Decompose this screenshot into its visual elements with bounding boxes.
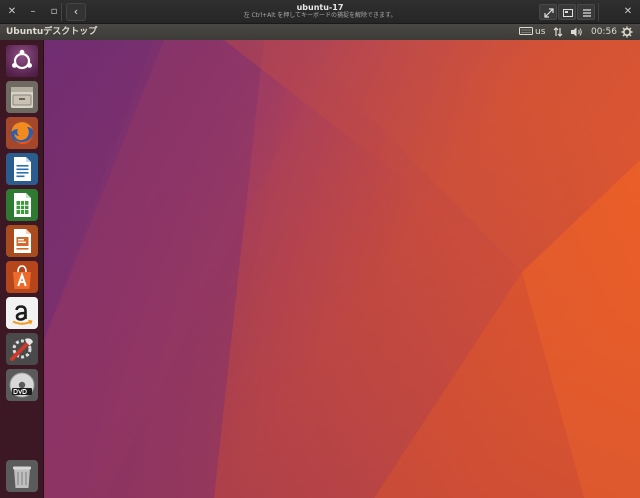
amazon-icon: [6, 297, 38, 329]
menu-button[interactable]: [577, 4, 595, 20]
file-cabinet-icon: [6, 81, 38, 113]
launcher-files[interactable]: [6, 81, 38, 113]
display-icon: [563, 9, 573, 17]
launcher-amazon[interactable]: [6, 297, 38, 329]
separator: [598, 3, 599, 21]
launcher-system-settings[interactable]: [6, 333, 38, 365]
viewer-subtitle: 左 Ctrl+Alt を押してキーボードの捕捉を解除できます。: [243, 12, 397, 19]
launcher-libreoffice-calc[interactable]: [6, 189, 38, 221]
desktop-wallpaper[interactable]: [44, 40, 640, 498]
separator: [61, 3, 62, 21]
volume-icon[interactable]: [570, 26, 584, 38]
software-bag-icon: [6, 261, 38, 293]
top-panel: Ubuntuデスクトップ us 00:56: [0, 24, 640, 40]
desktop-title: Ubuntuデスクトップ: [6, 27, 98, 37]
settings-wrench-icon: [6, 333, 38, 365]
writer-document-icon: [6, 153, 38, 185]
launcher-libreoffice-impress[interactable]: [6, 225, 38, 257]
launcher-libreoffice-writer[interactable]: [6, 153, 38, 185]
trash-icon: [6, 460, 38, 492]
launcher-trash[interactable]: [6, 460, 38, 492]
close-icon[interactable]: ✕: [620, 4, 636, 20]
display-button[interactable]: [558, 4, 576, 20]
launcher-ubuntu-software[interactable]: [6, 261, 38, 293]
fullscreen-icon: [544, 8, 554, 18]
network-icon[interactable]: [553, 26, 563, 38]
launcher-dvd[interactable]: [6, 369, 38, 401]
minimize-window-icon[interactable]: –: [25, 4, 41, 20]
impress-presentation-icon: [6, 225, 38, 257]
firefox-icon: [6, 117, 38, 149]
viewer-title-bar: ✕ – ▫ ‹ ubuntu-17 左 Ctrl+Alt を押してキーボードの捕…: [0, 0, 640, 24]
ubuntu-logo-icon: [6, 45, 38, 77]
keyboard-layout[interactable]: us: [535, 26, 545, 38]
close-window-icon[interactable]: ✕: [4, 4, 20, 20]
launcher-dash-home[interactable]: [6, 45, 38, 77]
viewer-title: ubuntu-17: [296, 3, 344, 12]
fullscreen-button[interactable]: [539, 4, 557, 20]
launcher: [0, 40, 44, 498]
menu-icon: [583, 9, 591, 17]
clock[interactable]: 00:56: [591, 26, 617, 38]
dvd-icon: [6, 369, 38, 401]
launcher-firefox[interactable]: [6, 117, 38, 149]
keyboard-icon[interactable]: [519, 26, 533, 38]
back-button[interactable]: ‹: [66, 3, 86, 21]
wallpaper-image: [44, 40, 640, 498]
maximize-window-icon[interactable]: ▫: [46, 4, 62, 20]
calc-spreadsheet-icon: [6, 189, 38, 221]
gear-icon[interactable]: [621, 26, 633, 38]
chevron-left-icon: ‹: [73, 5, 79, 18]
